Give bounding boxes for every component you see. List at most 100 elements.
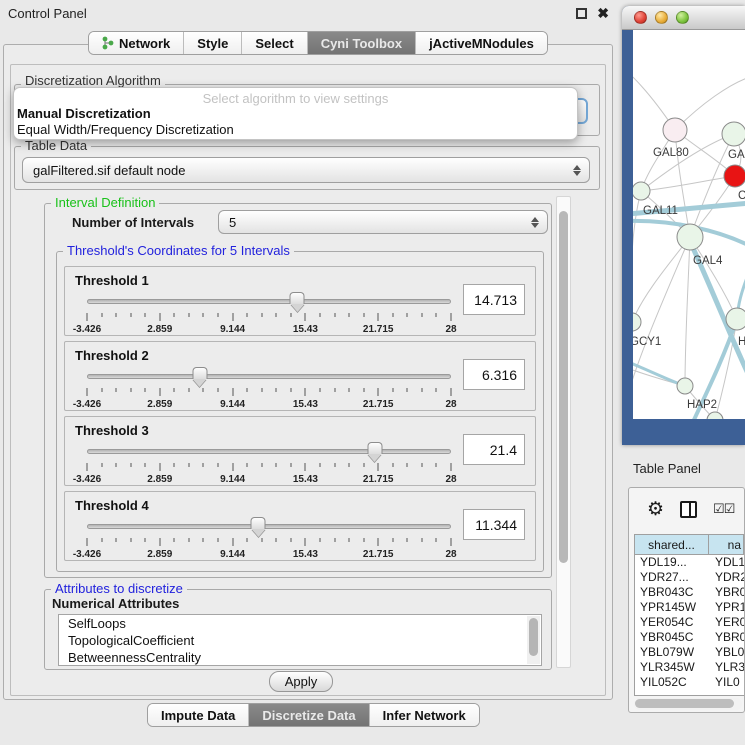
tab-cyni-toolbox[interactable]: Cyni Toolbox	[308, 32, 416, 54]
cell-shared-name[interactable]: YBL079W	[635, 645, 709, 660]
node-selected-red[interactable]	[724, 165, 745, 187]
tab-infer-network[interactable]: Infer Network	[370, 704, 479, 726]
cell-shared-name[interactable]: YIL052C	[635, 675, 709, 690]
node-bottom-partial[interactable]	[707, 412, 723, 419]
cell-shared-name[interactable]: YDR27...	[635, 570, 709, 585]
number-of-intervals-label: Number of Intervals	[72, 215, 194, 230]
node-gal4[interactable]	[677, 224, 703, 250]
cell-shared-name[interactable]: YDL19...	[635, 555, 709, 570]
slider-handle[interactable]	[367, 442, 382, 461]
apply-button[interactable]: Apply	[269, 671, 333, 692]
cell-name[interactable]: YIL0	[709, 675, 744, 690]
node-gal80[interactable]	[663, 118, 687, 142]
tab-select[interactable]: Select	[242, 32, 307, 54]
tab-jactivemnodules[interactable]: jActiveMNodules	[416, 32, 547, 54]
table-row[interactable]: YBR045CYBR0	[635, 630, 744, 645]
network-edge[interactable]	[685, 237, 690, 386]
table-row[interactable]: YIL052CYIL0	[635, 675, 744, 690]
algorithm-option[interactable]: Manual Discretization	[14, 106, 577, 122]
algorithm-option[interactable]: Equal Width/Frequency Discretization	[14, 122, 577, 138]
network-edge[interactable]	[690, 237, 737, 319]
threshold-slider[interactable]: -3.4262.8599.14415.4321.71528	[87, 291, 451, 335]
slider-ticks	[87, 313, 451, 322]
slider-track[interactable]	[87, 299, 451, 304]
attributes-group-title: Attributes to discretize	[51, 581, 187, 596]
cell-name[interactable]: YBL0	[709, 645, 744, 660]
threshold-slider[interactable]: -3.4262.8599.14415.4321.71528	[87, 516, 451, 560]
panel-vertical-scrollbar[interactable]	[556, 196, 571, 668]
network-edge[interactable]	[641, 176, 735, 191]
network-edge[interactable]	[633, 237, 690, 322]
algorithm-placeholder: Select algorithm to view settings	[14, 88, 577, 106]
cell-name[interactable]: YBR0	[709, 630, 744, 645]
node-gcy1[interactable]	[633, 313, 641, 331]
cell-name[interactable]: YDR2	[709, 570, 744, 585]
column-layout-icon[interactable]	[680, 501, 697, 518]
cell-shared-name[interactable]: YLR345W	[635, 660, 709, 675]
cell-name[interactable]: YER0	[709, 615, 744, 630]
list-vertical-scrollbar[interactable]	[527, 616, 540, 664]
threshold-value-field[interactable]: 14.713	[463, 284, 525, 315]
settings-gear-icon[interactable]: ⚙	[647, 500, 664, 519]
node-label: H	[738, 336, 745, 348]
slider-handle[interactable]	[251, 517, 266, 536]
cell-shared-name[interactable]: YBR045C	[635, 630, 709, 645]
network-edge[interactable]	[633, 237, 690, 398]
mac-zoom-icon[interactable]	[676, 11, 689, 24]
slider-track[interactable]	[87, 449, 451, 454]
network-edge-thick[interactable]	[633, 362, 685, 386]
threshold-slider[interactable]: -3.4262.8599.14415.4321.71528	[87, 366, 451, 410]
cell-shared-name[interactable]: YPR145W	[635, 600, 709, 615]
scrollbar-thumb[interactable]	[559, 211, 568, 563]
slider-track[interactable]	[87, 524, 451, 529]
table-row[interactable]: YDL19...YDL1	[635, 555, 744, 570]
threshold-value-field[interactable]: 6.316	[463, 359, 525, 390]
mac-minimize-icon[interactable]	[655, 11, 668, 24]
numerical-attributes-list[interactable]: SelfLoopsTopologicalCoefficientBetweenne…	[58, 614, 542, 666]
cell-name[interactable]: YDL1	[709, 555, 744, 570]
node-right-h[interactable]	[726, 308, 745, 330]
network-view-window[interactable]: GAL80GACGAL11GAL4GCY1HHAP2	[622, 6, 745, 445]
tab-discretize-data[interactable]: Discretize Data	[249, 704, 369, 726]
slider-handle[interactable]	[192, 367, 207, 386]
cell-name[interactable]: YLR3	[709, 660, 744, 675]
tab-impute-data[interactable]: Impute Data	[148, 704, 249, 726]
table-row[interactable]: YPR145WYPR1	[635, 600, 744, 615]
node-attribute-table[interactable]: shared... na YDL19...YDL1YDR27...YDR2YBR…	[634, 534, 744, 696]
node-top-right[interactable]	[722, 122, 745, 146]
table-row[interactable]: YBL079WYBL0	[635, 645, 744, 660]
close-icon[interactable]: ✖	[597, 8, 609, 19]
cell-name[interactable]: YPR1	[709, 600, 744, 615]
column-header-shared-name[interactable]: shared...	[635, 535, 709, 554]
table-horizontal-scrollbar[interactable]	[634, 698, 742, 710]
table-row[interactable]: YER054CYER0	[635, 615, 744, 630]
table-row[interactable]: YDR27...YDR2	[635, 570, 744, 585]
attribute-list-item[interactable]: TopologicalCoefficient	[59, 632, 541, 649]
mac-close-icon[interactable]	[634, 11, 647, 24]
select-columns-icon[interactable]: ☑☑	[713, 501, 734, 517]
cell-name[interactable]: YBR0	[709, 585, 744, 600]
number-of-intervals-combobox[interactable]: 5	[218, 210, 548, 234]
float-window-icon[interactable]	[576, 8, 587, 19]
threshold-value-field[interactable]: 11.344	[463, 509, 525, 540]
attribute-list-item[interactable]: BetweennessCentrality	[59, 649, 541, 666]
network-canvas[interactable]: GAL80GACGAL11GAL4GCY1HHAP2	[633, 30, 745, 419]
tab-network[interactable]: Network	[89, 32, 184, 54]
node-gal11[interactable]	[633, 182, 650, 200]
scrollbar-thumb[interactable]	[635, 699, 734, 708]
threshold-slider[interactable]: -3.4262.8599.14415.4321.71528	[87, 441, 451, 485]
node-hap2[interactable]	[677, 378, 693, 394]
slider-track[interactable]	[87, 374, 451, 379]
scrollbar-thumb[interactable]	[529, 618, 538, 656]
table-data-combobox[interactable]: galFiltered.sif default node	[22, 157, 590, 183]
threshold-value-field[interactable]: 21.4	[463, 434, 525, 465]
attribute-list-item[interactable]: SelfLoops	[59, 615, 541, 632]
table-row[interactable]: YLR345WYLR3	[635, 660, 744, 675]
slider-ticks	[87, 538, 451, 547]
tab-style[interactable]: Style	[184, 32, 242, 54]
column-header-name[interactable]: na	[709, 535, 744, 554]
table-row[interactable]: YBR043CYBR0	[635, 585, 744, 600]
slider-handle[interactable]	[290, 292, 305, 311]
cell-shared-name[interactable]: YBR043C	[635, 585, 709, 600]
cell-shared-name[interactable]: YER054C	[635, 615, 709, 630]
